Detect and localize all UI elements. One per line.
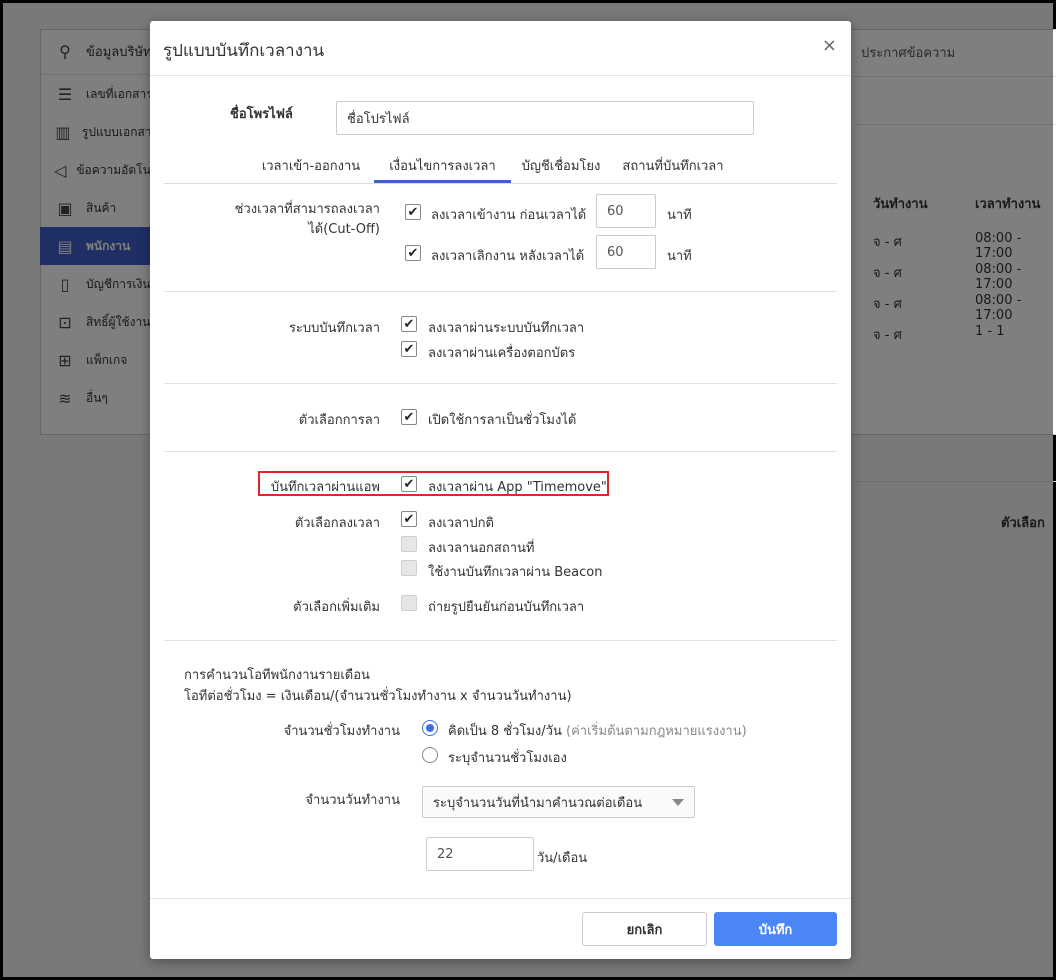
hourly-leave-option: เปิดใช้การลาเป็นชั่วโมงได้ — [428, 413, 577, 428]
checkin-before-minutes-input[interactable] — [596, 194, 656, 228]
hours-custom-radio[interactable] — [422, 747, 438, 763]
work-hours-label: จำนวนชั่วโมงทำงาน — [283, 724, 400, 739]
dialog-header: รูปแบบบันทึกเวลางาน × — [150, 21, 851, 76]
minutes-unit: นาที — [667, 208, 692, 223]
work-days-select-value: ระบุจำนวนวันที่นำมาคำนวณต่อเดือน — [433, 795, 643, 811]
tab-clock-conditions[interactable]: เงื่อนไขการลงเวลา — [374, 149, 511, 183]
hourly-leave-checkbox[interactable]: ✔ — [401, 409, 417, 425]
ot-calc-title: การคำนวนโอทีพนักงานรายเดือน — [184, 668, 370, 683]
checkout-after-checkbox[interactable]: ✔ — [405, 245, 421, 261]
hours-default-option: คิดเป็น 8 ชั่วโมง/วัน (ค่าเริ่มต้นตามกฎห… — [448, 720, 747, 741]
close-icon[interactable]: × — [822, 35, 837, 56]
chevron-down-icon — [672, 799, 684, 806]
leave-options-label: ตัวเลือกการลา — [298, 413, 380, 428]
hours-default-radio[interactable] — [422, 720, 438, 736]
divider — [164, 640, 837, 641]
work-days-select[interactable]: ระบุจำนวนวันที่นำมาคำนวณต่อเดือน — [422, 786, 695, 818]
divider — [164, 451, 837, 452]
extra-options-label: ตัวเลือกเพิ่มเติม — [293, 600, 380, 615]
timekeeping-format-dialog: รูปแบบบันทึกเวลางาน × ชื่อโพรไฟล์ เวลาเข… — [150, 21, 851, 959]
divider — [164, 383, 837, 384]
tab-clock-locations[interactable]: สถานที่บันทึกเวลา — [611, 149, 735, 183]
divider — [164, 291, 837, 292]
app-timemove-option: ลงเวลาผ่าน App "Timemove" — [428, 480, 607, 495]
photo-confirm-checkbox[interactable] — [401, 595, 417, 611]
clock-options-label: ตัวเลือกลงเวลา — [294, 516, 380, 531]
dialog-title: รูปแบบบันทึกเวลางาน — [163, 41, 325, 61]
hours-custom-option: ระบุจำนวนชั่วโมงเอง — [448, 751, 567, 766]
offsite-clock-option: ลงเวลานอกสถานที่ — [428, 541, 535, 556]
work-days-label: จำนวนวันทำงาน — [305, 793, 400, 808]
app-clock-label: บันทึกเวลาผ่านแอพ — [270, 480, 380, 495]
hours-default-note: (ค่าเริ่มต้นตามกฎหมายแรงงาน) — [566, 724, 747, 739]
punch-card-option: ลงเวลาผ่านเครื่องตอกบัตร — [428, 346, 576, 361]
hours-default-text: คิดเป็น 8 ชั่วโมง/วัน — [448, 724, 562, 739]
punch-card-checkbox[interactable]: ✔ — [401, 341, 417, 357]
normal-clock-option: ลงเวลาปกติ — [428, 516, 494, 531]
normal-clock-checkbox[interactable]: ✔ — [401, 511, 417, 527]
checkout-after-minutes-input[interactable] — [596, 235, 656, 269]
ot-calc-formula: โอทีต่อชั่วโมง = เงินเดือน/(จำนวนชั่วโมง… — [184, 689, 572, 704]
cancel-button[interactable]: ยกเลิก — [582, 912, 707, 946]
clock-system-label: ระบบบันทึกเวลา — [288, 321, 380, 336]
profile-name-label: ชื่อโพรไฟล์ — [230, 107, 293, 122]
work-days-input[interactable] — [426, 837, 534, 871]
checkout-after-label: ลงเวลาเลิกงาน หลังเวลาได้ — [431, 249, 585, 264]
days-per-month-unit: วัน/เดือน — [537, 851, 588, 866]
checkin-before-checkbox[interactable]: ✔ — [405, 204, 421, 220]
save-button[interactable]: บันทึก — [714, 912, 837, 946]
app-timemove-checkbox[interactable]: ✔ — [401, 476, 417, 492]
cutoff-label: ช่วงเวลาที่สามารถลงเวลา — [234, 202, 380, 217]
clock-system-option: ลงเวลาผ่านระบบบันทึกเวลา — [428, 321, 585, 336]
offsite-clock-checkbox[interactable] — [401, 536, 417, 552]
cutoff-label-sub: ได้(Cut-Off) — [308, 222, 380, 237]
tabs-underline — [164, 183, 837, 184]
beacon-clock-option: ใช้งานบันทึกเวลาผ่าน Beacon — [428, 565, 603, 580]
profile-name-input[interactable] — [336, 101, 754, 135]
photo-confirm-option: ถ่ายรูปยืนยันก่อนบันทึกเวลา — [428, 600, 585, 615]
beacon-clock-checkbox[interactable] — [401, 560, 417, 576]
tab-checkin-checkout[interactable]: เวลาเข้า-ออกงาน — [248, 149, 374, 183]
checkin-before-label: ลงเวลาเข้างาน ก่อนเวลาได้ — [431, 208, 587, 223]
clock-system-checkbox[interactable]: ✔ — [401, 316, 417, 332]
minutes-unit: นาที — [667, 249, 692, 264]
tab-linked-accounts[interactable]: บัญชีเชื่อมโยง — [511, 149, 611, 183]
